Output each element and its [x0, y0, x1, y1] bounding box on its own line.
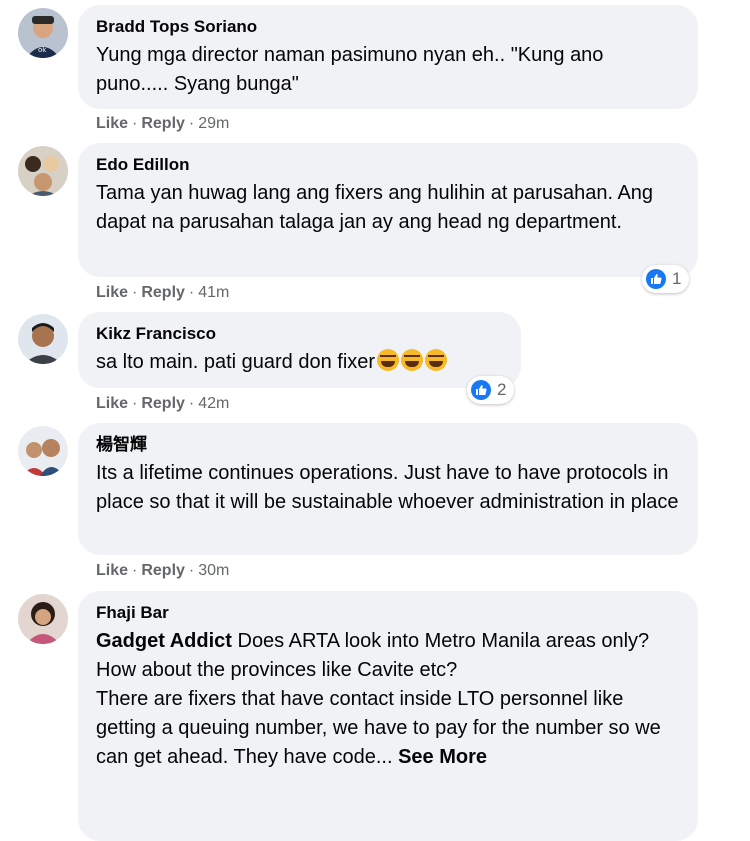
reply-button[interactable]: Reply: [141, 395, 185, 412]
like-button[interactable]: Like: [96, 284, 128, 301]
comment-actions: Like · Reply · 29m: [96, 115, 230, 132]
comment-actions: Like · Reply · 41m: [96, 284, 230, 301]
see-more-link[interactable]: See More: [398, 746, 487, 768]
comment-bubble: Bradd Tops Soriano Yung mga director nam…: [78, 5, 698, 109]
comment-author[interactable]: 楊智輝: [96, 435, 680, 455]
comment-actions: Like · Reply · 30m: [96, 562, 230, 579]
comment-text-body: sa lto main. pati guard don fixer: [96, 351, 376, 373]
comment-timestamp[interactable]: 41m: [198, 284, 229, 301]
comment-timestamp[interactable]: 42m: [198, 395, 229, 412]
avatar[interactable]: [18, 594, 68, 644]
comment-author[interactable]: Fhaji Bar: [96, 603, 680, 623]
avatar[interactable]: ok: [18, 8, 68, 58]
comment-text-line: Does ARTA look into Metro Manila areas o…: [231, 630, 650, 652]
comment-author[interactable]: Edo Edillon: [96, 155, 680, 175]
comment-text-line: How about the provinces like Cavite etc?: [96, 659, 458, 681]
laughing-tears-emoji: [425, 349, 448, 371]
comment-text: Gadget Addict Does ARTA look into Metro …: [96, 627, 680, 772]
comment-timestamp[interactable]: 30m: [198, 562, 229, 579]
comment-author[interactable]: Bradd Tops Soriano: [96, 17, 680, 37]
laughing-tears-emoji: [401, 349, 424, 371]
like-button[interactable]: Like: [96, 115, 128, 132]
comment-bubble: Kikz Francisco sa lto main. pati guard d…: [78, 312, 521, 388]
svg-text:ok: ok: [38, 46, 47, 54]
comment-author[interactable]: Kikz Francisco: [96, 324, 503, 344]
comment-text: sa lto main. pati guard don fixer: [96, 348, 503, 377]
mention-link[interactable]: Gadget Addict: [96, 630, 232, 652]
comment-actions: Like · Reply · 42m: [96, 395, 230, 412]
comment-text: Tama yan huwag lang ang fixers ang hulih…: [96, 182, 654, 233]
like-button[interactable]: Like: [96, 562, 128, 579]
reaction-badge[interactable]: 2: [467, 376, 515, 404]
like-button[interactable]: Like: [96, 395, 128, 412]
reaction-count: 1: [672, 269, 682, 288]
reply-button[interactable]: Reply: [141, 115, 185, 132]
comment-bubble: 楊智輝 Its a lifetime continues operations.…: [78, 423, 698, 555]
comment-bubble: Edo Edillon Tama yan huwag lang ang fixe…: [78, 143, 698, 277]
reaction-count: 2: [497, 380, 507, 399]
avatar[interactable]: [18, 314, 68, 364]
like-reaction-icon: [471, 380, 491, 400]
comment-bubble: Fhaji Bar Gadget Addict Does ARTA look i…: [78, 591, 698, 841]
laughing-tears-emoji: [377, 349, 400, 371]
comment-text: Its a lifetime continues operations. Jus…: [96, 462, 679, 513]
avatar[interactable]: [18, 146, 68, 196]
reply-button[interactable]: Reply: [141, 562, 185, 579]
reply-button[interactable]: Reply: [141, 284, 185, 301]
comment-text-line: There are fixers that have contact insid…: [96, 688, 661, 768]
comment-text: Yung mga director naman pasimuno nyan eh…: [96, 44, 604, 95]
like-reaction-icon: [646, 269, 666, 289]
reaction-badge[interactable]: 1: [642, 265, 690, 293]
avatar[interactable]: [18, 426, 68, 476]
comment-timestamp[interactable]: 29m: [198, 115, 229, 132]
